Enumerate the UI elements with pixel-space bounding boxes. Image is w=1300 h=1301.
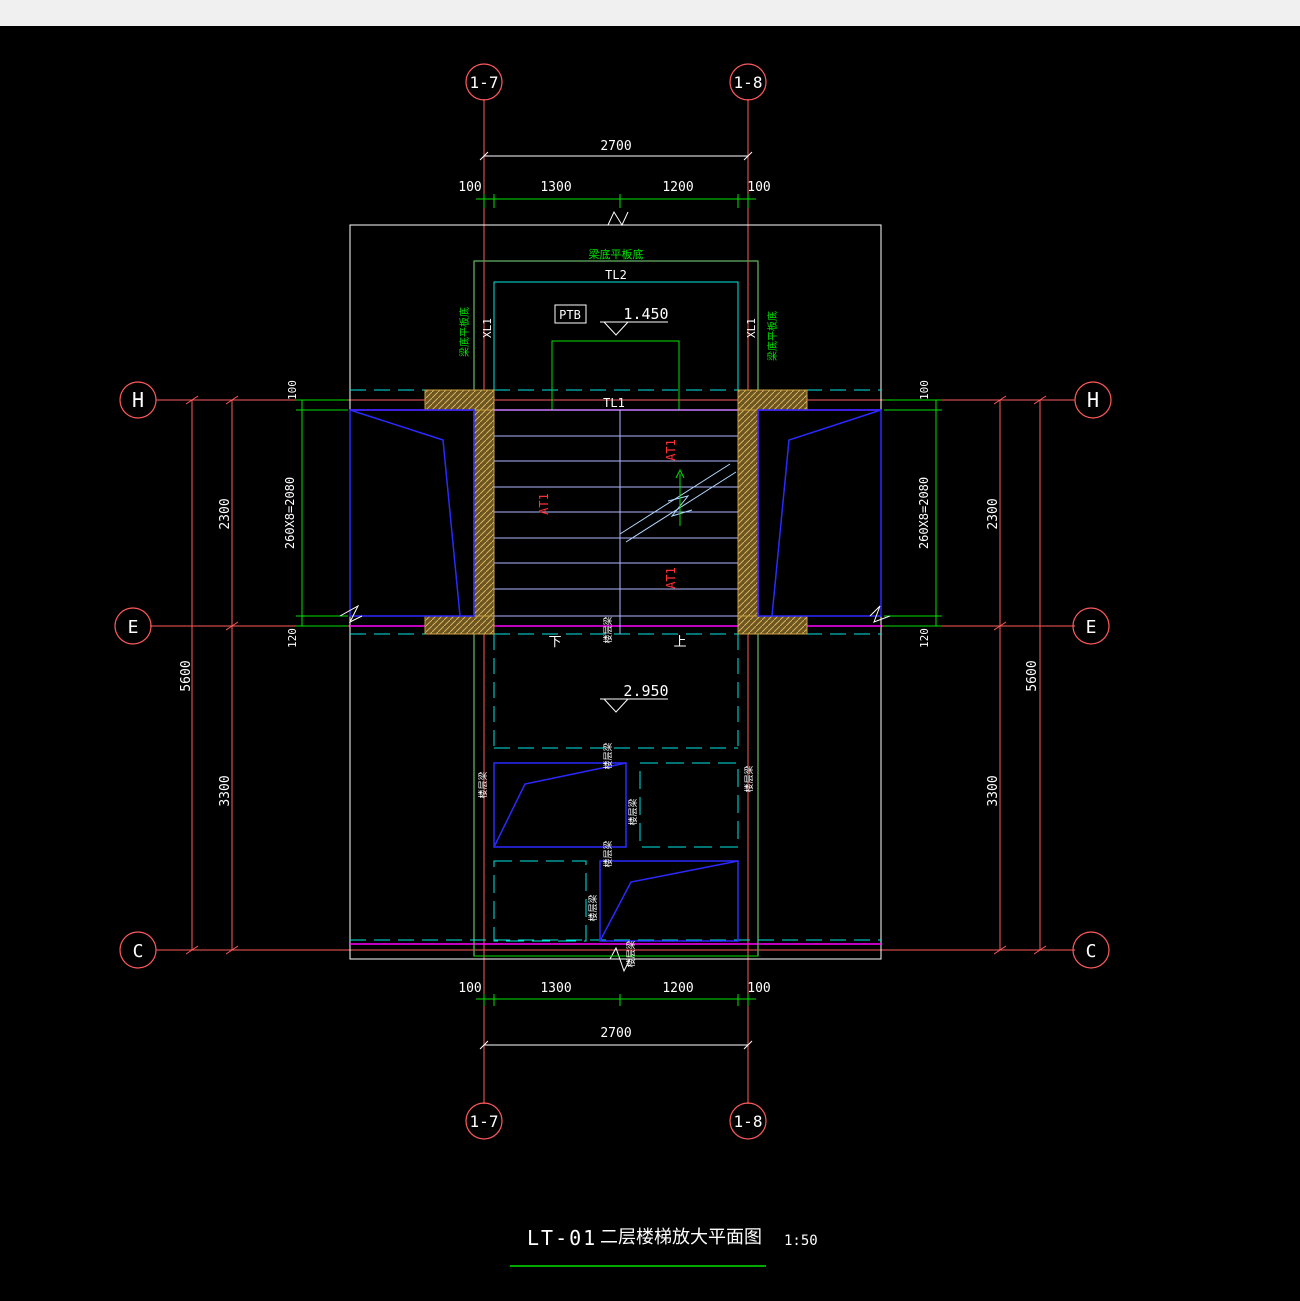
dim-total-width-top: 2700 — [600, 139, 631, 154]
label-tl2: TL2 — [605, 268, 627, 282]
side-openings — [349, 409, 882, 617]
bottom-dimension-block: 100 1300 1200 100 2700 — [458, 981, 771, 1050]
axis-bubble-c-right: C — [1072, 931, 1110, 969]
axis-bubble-1-8-top: 1-8 — [729, 63, 767, 101]
break-mark-right — [869, 605, 891, 623]
svg-text:1-7: 1-7 — [470, 1112, 499, 1131]
floor-beam-note-1: 楼层梁 — [602, 616, 614, 643]
axis-bubble-e-right: E — [1072, 607, 1110, 645]
dim-left-offset-bottom: 100 — [458, 981, 481, 996]
dim-step-run-left: 260X8=2080 — [283, 477, 297, 549]
label-down: 下 — [548, 635, 561, 650]
cad-canvas: 1-7 1-8 1-7 1-8 H E C H E C 2700 100 130… — [0, 26, 1300, 1297]
label-xl1-right: XL1 — [745, 318, 758, 338]
dim-right-offset-bottom: 100 — [747, 981, 770, 996]
stair-plan-drawing: 1-7 1-8 1-7 1-8 H E C H E C 2700 100 130… — [114, 63, 1112, 1267]
left-dimension-block: 5600 2300 3300 100 260X8=2080 120 — [179, 380, 348, 955]
svg-text:C: C — [1086, 941, 1097, 962]
axis-bubble-1-7-bottom: 1-7 — [465, 1102, 503, 1140]
beam-lines-magenta — [350, 260, 881, 956]
floor-beam-note-6: 楼层梁 — [602, 840, 614, 867]
drawing-scale: 1:50 — [784, 1233, 818, 1249]
ptb-tag: PTB — [554, 304, 587, 324]
beam-note-right: 梁底平板底 — [766, 311, 779, 361]
dim-seg-ec-left: 3300 — [218, 775, 233, 806]
break-mark-top — [607, 210, 629, 227]
svg-text:H: H — [1087, 388, 1099, 412]
break-mark-left — [339, 604, 363, 624]
dim-seg-he-right: 2300 — [986, 498, 1001, 529]
floor-beam-note-5: 楼层梁 — [627, 798, 639, 825]
drawing-number: LT-01 — [527, 1226, 597, 1250]
dim-total-width-bottom: 2700 — [600, 1026, 631, 1041]
svg-text:2.950: 2.950 — [623, 682, 668, 700]
dim-seg-he-left: 2300 — [218, 498, 233, 529]
svg-text:1-8: 1-8 — [734, 1112, 763, 1131]
svg-text:1-7: 1-7 — [470, 73, 499, 92]
floor-beam-note-4: 楼层梁 — [743, 765, 755, 792]
lower-room-outlines — [493, 762, 739, 942]
label-at1-upper: AT1 — [664, 439, 678, 461]
right-dimension-block: 2300 3300 5600 100 260X8=2080 120 — [884, 380, 1047, 955]
svg-text:PTB: PTB — [559, 308, 581, 322]
dim-total-height-left: 5600 — [179, 660, 194, 691]
dim-right-offset-top: 100 — [747, 180, 770, 195]
dim-h-offset-left: 100 — [286, 380, 299, 400]
dim-span-a-top: 1300 — [540, 180, 571, 195]
axis-bubble-c-left: C — [119, 931, 157, 969]
dim-step-run-right: 260X8=2080 — [917, 477, 931, 549]
beam-note-left: 梁底平板底 — [458, 307, 471, 357]
drawing-subtitle: 二层楼梯放大平面图 — [600, 1227, 762, 1248]
label-up: 上 — [673, 635, 686, 650]
dim-total-height-right: 5600 — [1025, 660, 1040, 691]
dim-e-offset-right: 120 — [918, 628, 931, 648]
svg-text:1-8: 1-8 — [734, 73, 763, 92]
beam-outline-green — [473, 260, 759, 957]
lower-openings — [493, 762, 739, 942]
dim-left-offset-top: 100 — [458, 180, 481, 195]
axis-bubble-h-right: H — [1074, 381, 1112, 419]
dim-span-a-bottom: 1300 — [540, 981, 571, 996]
floor-beam-note-8: 楼层梁 — [625, 940, 637, 967]
dim-span-b-top: 1200 — [662, 180, 693, 195]
label-tl1: TL1 — [603, 396, 625, 410]
svg-text:E: E — [128, 617, 139, 638]
svg-text:C: C — [133, 941, 144, 962]
label-at1-left: AT1 — [537, 493, 551, 515]
dim-span-b-bottom: 1200 — [662, 981, 693, 996]
label-xl1-left: XL1 — [481, 318, 494, 338]
floor-beam-note-3: 楼层梁 — [477, 771, 489, 798]
svg-text:1.450: 1.450 — [623, 305, 668, 323]
top-dimension-block: 2700 100 1300 1200 100 — [458, 139, 771, 208]
beam-note-top: 梁底平板底 — [589, 247, 644, 261]
label-at1-lower: AT1 — [664, 567, 678, 589]
floor-beam-note-2: 楼层梁 — [602, 742, 614, 769]
stair-cut-line — [619, 463, 737, 543]
window-top-bar — [0, 0, 1300, 26]
floor-beam-note-7: 楼层梁 — [587, 894, 599, 921]
svg-text:H: H — [132, 388, 144, 412]
elevation-landing: 1.450 — [600, 305, 669, 336]
axis-bubble-1-8-bottom: 1-8 — [729, 1102, 767, 1140]
svg-text:E: E — [1086, 617, 1097, 638]
dim-e-offset-left: 120 — [286, 628, 299, 648]
dim-seg-ec-right: 3300 — [986, 775, 1001, 806]
axis-bubble-h-left: H — [119, 381, 157, 419]
stair-treads — [494, 409, 738, 634]
beam-lines-cyan — [350, 281, 881, 941]
axis-bubble-1-7-top: 1-7 — [465, 63, 503, 101]
drawing-title-block: LT-01 二层楼梯放大平面图 1:50 — [510, 1226, 818, 1267]
axis-bubble-e-left: E — [114, 607, 152, 645]
dim-h-offset-right: 100 — [918, 380, 931, 400]
elevation-floor: 2.950 — [600, 682, 669, 713]
